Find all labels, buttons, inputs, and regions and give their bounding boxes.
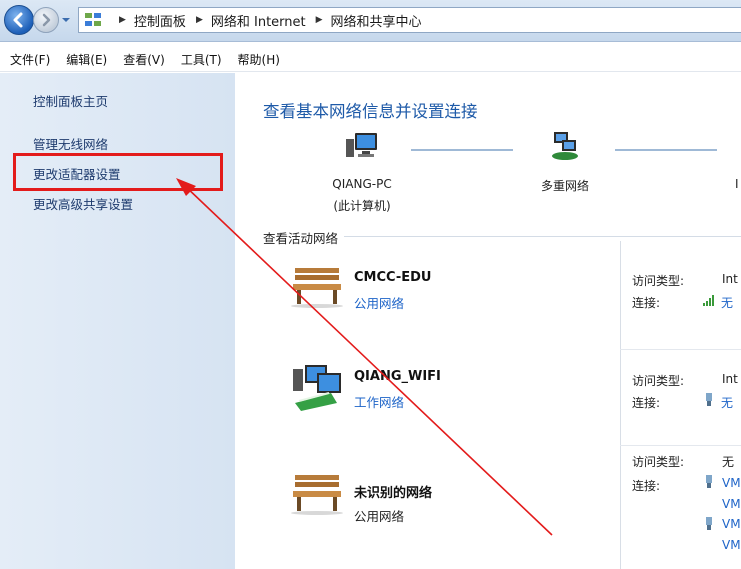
connection-value-3c[interactable]: VM: [722, 517, 741, 531]
menu-edit[interactable]: 编辑(E): [66, 51, 107, 68]
arrow-right-icon: [42, 13, 51, 27]
access-type-value-2: Int: [722, 372, 738, 386]
row-divider: [620, 445, 741, 446]
map-computer-sub: (此计算机): [333, 199, 391, 213]
menu-bar: 文件(F) 编辑(E) 查看(V) 工具(T) 帮助(H): [0, 48, 741, 72]
access-type-label-2: 访问类型:: [632, 374, 685, 388]
sidebar-item-control-panel-home[interactable]: 控制面板主页: [33, 91, 108, 110]
connection-value-3b[interactable]: VM: [722, 497, 741, 511]
map-network[interactable]: [535, 131, 595, 164]
access-type-label-1: 访问类型:: [632, 274, 685, 288]
map-link-line: [615, 149, 717, 151]
bench-icon: [291, 475, 343, 515]
history-dropdown-icon[interactable]: [61, 14, 71, 26]
menu-view[interactable]: 查看(V): [123, 51, 165, 68]
connection-label-2: 连接:: [632, 396, 661, 410]
breadcrumb[interactable]: ▶ 控制面板 ▶ 网络和 Internet ▶ 网络和共享中心: [78, 7, 741, 33]
menu-help[interactable]: 帮助(H): [238, 51, 280, 68]
network-type-3: 公用网络: [354, 509, 405, 524]
connection-value-1[interactable]: 无: [721, 294, 733, 311]
map-computer[interactable]: [317, 131, 407, 162]
map-link-line: [411, 149, 513, 151]
connection-label-3: 连接:: [632, 479, 661, 493]
sidebar-item-advanced-sharing[interactable]: 更改高级共享设置: [33, 194, 133, 213]
breadcrumb-control-panel[interactable]: 控制面板: [134, 11, 186, 30]
column-divider: [620, 241, 621, 569]
ethernet-adapter-icon: [706, 517, 712, 530]
row-divider: [620, 349, 741, 350]
connection-value-2[interactable]: 无: [721, 394, 733, 411]
access-type-value-1: Int: [722, 272, 738, 286]
menu-file[interactable]: 文件(F): [10, 51, 50, 68]
work-network-icon: [293, 365, 341, 411]
ethernet-adapter-icon: [706, 475, 712, 488]
chevron-right-icon[interactable]: ▶: [119, 15, 126, 25]
network-name-1: CMCC-EDU: [354, 270, 432, 285]
chevron-right-icon[interactable]: ▶: [316, 15, 323, 25]
connection-label-1: 连接:: [632, 296, 661, 310]
sidebar-item-manage-wireless[interactable]: 管理无线网络: [33, 134, 108, 153]
address-bar: ▶ 控制面板 ▶ 网络和 Internet ▶ 网络和共享中心: [0, 0, 741, 42]
access-type-value-3: 无: [722, 455, 735, 469]
active-networks-heading: 查看活动网络: [263, 228, 345, 247]
connection-value-3d[interactable]: VM: [722, 538, 741, 552]
breadcrumb-network-sharing-center[interactable]: 网络和共享中心: [331, 11, 422, 30]
network-center-icon: [85, 13, 101, 26]
sidebar: 控制面板主页 管理无线网络 更改适配器设置 更改高级共享设置: [0, 73, 235, 569]
page-title: 查看基本网络信息并设置连接: [263, 102, 478, 121]
ethernet-adapter-icon: [706, 393, 712, 406]
network-name-3: 未识别的网络: [354, 486, 433, 501]
connection-value-3a[interactable]: VM: [722, 476, 741, 490]
menu-tools[interactable]: 工具(T): [181, 51, 222, 68]
arrow-left-icon: [13, 12, 23, 28]
map-internet-label: I: [735, 177, 739, 191]
main-content: 查看基本网络信息并设置连接 QIANG-PC (此计算机) 多重网络 I 查看活…: [235, 73, 741, 569]
bench-icon: [291, 268, 343, 308]
back-button[interactable]: [4, 5, 34, 35]
multiple-networks-icon: [552, 132, 578, 160]
map-computer-name: QIANG-PC: [332, 177, 392, 191]
network-name-2: QIANG_WIFI: [354, 369, 441, 384]
highlight-annotation-box: [13, 153, 223, 191]
breadcrumb-network-internet[interactable]: 网络和 Internet: [211, 11, 306, 30]
wifi-signal-icon: [703, 295, 714, 306]
forward-button[interactable]: [33, 7, 59, 33]
network-type-link-2[interactable]: 工作网络: [354, 392, 404, 411]
computer-icon: [346, 133, 377, 157]
access-type-label-3: 访问类型:: [632, 455, 685, 469]
network-type-link-1[interactable]: 公用网络: [354, 293, 404, 312]
chevron-right-icon[interactable]: ▶: [196, 15, 203, 25]
map-network-label: 多重网络: [540, 179, 589, 193]
